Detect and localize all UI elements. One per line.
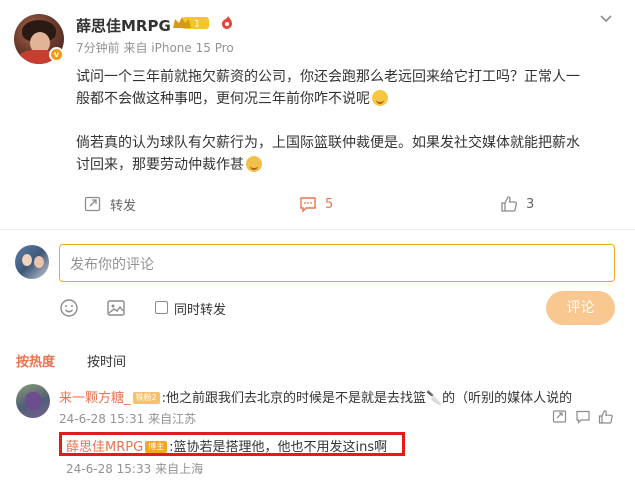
crown-level-icon[interactable]: 1 <box>172 15 210 31</box>
comment-text: :他之前跟我们去北京的时候是不是就是去找篮🔪的（听别的媒体人说的 <box>161 391 573 406</box>
post-meta: 7分钟前 来自 iPhone 15 Pro <box>76 39 234 56</box>
repost-button[interactable]: 转发 <box>84 194 136 214</box>
comment-button[interactable]: 5 <box>299 194 333 214</box>
author-name[interactable]: 薛思佳MRPG <box>76 15 171 36</box>
submit-comment-button[interactable]: 评论 <box>546 291 615 325</box>
emoji-icon[interactable] <box>59 298 79 318</box>
tab-sort-by-time[interactable]: 按时间 <box>87 351 126 370</box>
repost-icon <box>84 196 101 212</box>
sweat-emoji-icon <box>246 156 262 172</box>
thumbs-up-icon <box>501 196 517 212</box>
blogger-badge: 博主 <box>145 441 168 453</box>
post-paragraph-2: 倘若真的认为球队有欠薪行为，上国际篮联仲裁便是。如果发社交媒体就能把薪水 讨回来… <box>76 132 616 176</box>
post-time[interactable]: 7分钟前 <box>76 41 120 55</box>
my-avatar[interactable] <box>15 245 49 279</box>
comment-meta: 24-6-28 15:31 来自江苏 <box>59 410 196 427</box>
chevron-down-icon[interactable] <box>598 10 614 26</box>
verified-icon: v <box>49 47 64 62</box>
comment-input[interactable]: 发布你的评论 <box>59 244 615 282</box>
share-icon[interactable] <box>552 409 568 425</box>
post-source: 来自 iPhone 15 Pro <box>123 41 234 55</box>
post-text-line: 讨回来，那要劳动仲裁作甚 <box>76 157 244 173</box>
post-text-line: 倘若真的认为球队有欠薪行为，上国际篮联仲裁便是。如果发社交媒体就能把薪水 <box>76 135 580 151</box>
comment-icon <box>300 197 316 213</box>
comment-like-icon[interactable] <box>598 409 614 425</box>
smirk-emoji-icon <box>372 90 388 106</box>
like-button[interactable]: 3 <box>500 194 534 214</box>
comment-date: 24-6-28 15:31 <box>59 412 145 426</box>
repost-checkbox[interactable] <box>155 301 168 314</box>
comment-location: 来自江苏 <box>148 412 197 426</box>
post-paragraph-1: 试问一个三年前就拖欠薪资的公司，你还会跑那么老远回来给它打工吗？正常人一 般都不… <box>76 66 616 110</box>
commenter-avatar[interactable] <box>16 384 50 418</box>
reply-date: 24-6-28 15:33 <box>66 462 152 476</box>
reply-content: 薛思佳MRPG 博主:篮协若是搭理他，他也不用发这ins啊 <box>66 436 387 455</box>
comment-count: 5 <box>325 196 334 212</box>
hot-topic-icon[interactable] <box>219 14 235 30</box>
fan-badge[interactable]: 铁粉2 <box>132 392 160 404</box>
like-count: 3 <box>526 196 535 212</box>
post-text-line: 试问一个三年前就拖欠薪资的公司，你还会跑那么老远回来给它打工吗？正常人一 <box>76 69 580 85</box>
reply-icon[interactable] <box>575 409 591 425</box>
reply-meta: 24-6-28 15:33 来自上海 <box>66 460 203 477</box>
tab-sort-by-hot[interactable]: 按热度 <box>16 351 55 370</box>
comment-content: 来一颗方糖_ 铁粉2:他之前跟我们去北京的时候是不是就是去找篮🔪的（听别的媒体人说… <box>59 387 572 406</box>
post-text-line: 般都不会做这种事吧，更何况三年前你咋不说呢 <box>76 91 370 107</box>
commenter-name[interactable]: 来一颗方糖_ <box>59 391 131 406</box>
reply-location: 来自上海 <box>155 462 204 476</box>
repost-checkbox-label[interactable]: 同时转发 <box>174 299 226 318</box>
repost-label: 转发 <box>110 198 137 214</box>
level-number: 1 <box>194 20 200 30</box>
reply-author-name[interactable]: 薛思佳MRPG <box>66 440 143 455</box>
section-divider <box>0 229 635 230</box>
reply-text: :篮协若是搭理他，他也不用发这ins啊 <box>169 440 388 455</box>
image-icon[interactable] <box>106 298 126 318</box>
